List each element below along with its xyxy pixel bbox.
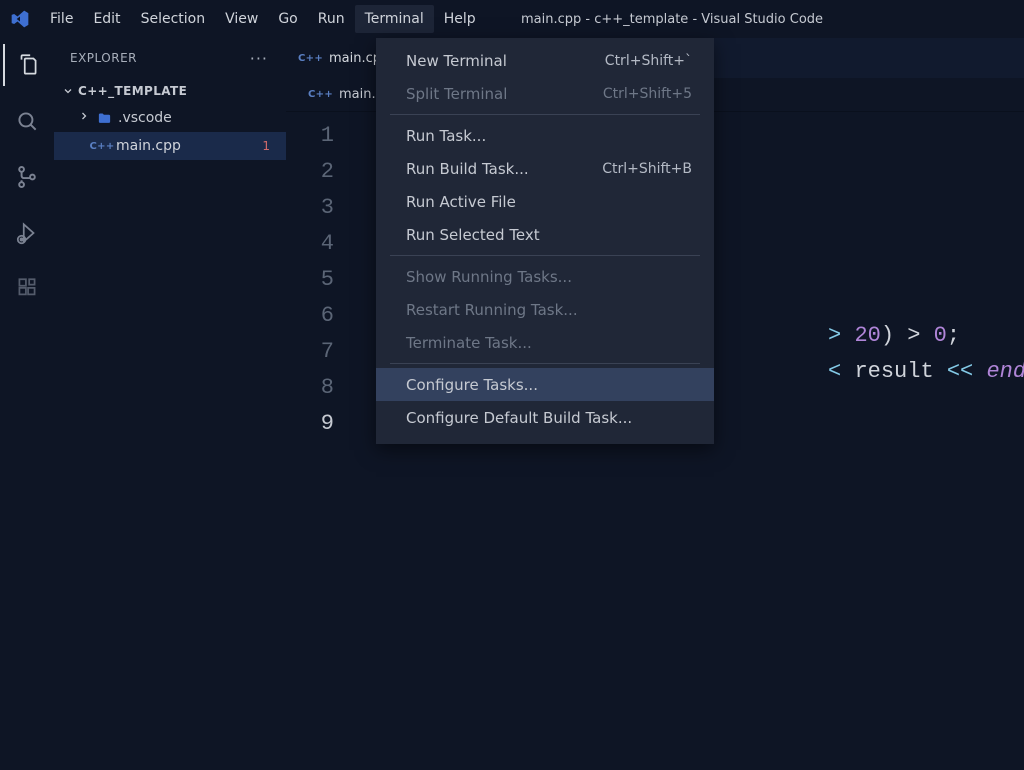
menu-run-active-file[interactable]: Run Active File	[376, 185, 714, 218]
line-numbers: 1 2 3 4 5 6 7 8 9	[286, 112, 356, 770]
line-number: 4	[286, 226, 334, 262]
keyboard-shortcut: Ctrl+Shift+`	[605, 53, 692, 69]
tab-label: main.cp	[329, 51, 381, 66]
menu-new-terminal[interactable]: New Terminal Ctrl+Shift+`	[376, 44, 714, 77]
line-number: 9	[286, 406, 334, 442]
code-token: <	[828, 359, 854, 384]
search-icon[interactable]	[3, 100, 51, 142]
menu-run-selected-text[interactable]: Run Selected Text	[376, 218, 714, 251]
menu-file[interactable]: File	[40, 5, 83, 33]
menu-bar: File Edit Selection View Go Run Terminal…	[40, 5, 486, 33]
menu-run[interactable]: Run	[308, 5, 355, 33]
menu-edit[interactable]: Edit	[83, 5, 130, 33]
menu-run-task[interactable]: Run Task...	[376, 119, 714, 152]
keyboard-shortcut: Ctrl+Shift+5	[603, 86, 692, 102]
menu-configure-default-build-task[interactable]: Configure Default Build Task...	[376, 401, 714, 434]
menu-terminate-task[interactable]: Terminate Task...	[376, 326, 714, 359]
folder-root[interactable]: C++_TEMPLATE	[54, 78, 286, 104]
explorer-icon[interactable]	[3, 44, 51, 86]
menu-split-terminal[interactable]: Split Terminal Ctrl+Shift+5	[376, 77, 714, 110]
activity-bar	[0, 38, 54, 770]
line-number: 6	[286, 298, 334, 334]
vscode-folder-label: .vscode	[118, 110, 172, 126]
line-number: 2	[286, 154, 334, 190]
vscode-logo-icon	[6, 5, 34, 33]
line-number: 5	[286, 262, 334, 298]
cpp-file-icon: C++	[94, 141, 110, 152]
debug-icon[interactable]	[3, 212, 51, 254]
chevron-down-icon	[62, 85, 74, 97]
menu-restart-running-task[interactable]: Restart Running Task...	[376, 293, 714, 326]
folder-icon	[96, 111, 112, 126]
tree-item-vscode-folder[interactable]: .vscode	[54, 104, 286, 132]
code-token: <<	[934, 359, 987, 384]
menu-separator	[390, 363, 700, 364]
chevron-right-icon	[78, 110, 90, 126]
menu-item-label: Run Active File	[406, 193, 516, 211]
sidebar-title: EXPLORER	[70, 51, 137, 65]
line-number: 7	[286, 334, 334, 370]
terminal-menu-dropdown: New Terminal Ctrl+Shift+` Split Terminal…	[376, 38, 714, 444]
menu-item-label: Show Running Tasks...	[406, 268, 572, 286]
sidebar: EXPLORER ··· C++_TEMPLATE .vscode C++ ma…	[54, 38, 286, 770]
menu-item-label: Configure Default Build Task...	[406, 409, 632, 427]
menu-run-build-task[interactable]: Run Build Task... Ctrl+Shift+B	[376, 152, 714, 185]
menu-item-label: Restart Running Task...	[406, 301, 578, 319]
menu-help[interactable]: Help	[434, 5, 486, 33]
problem-badge: 1	[262, 139, 270, 153]
keyboard-shortcut: Ctrl+Shift+B	[602, 161, 692, 177]
menu-separator	[390, 255, 700, 256]
line-number: 3	[286, 190, 334, 226]
window-title: main.cpp - c++_template - Visual Studio …	[521, 12, 823, 27]
code-token: endl	[986, 359, 1024, 384]
menu-configure-tasks[interactable]: Configure Tasks...	[376, 368, 714, 401]
menu-go[interactable]: Go	[268, 5, 307, 33]
title-bar: File Edit Selection View Go Run Terminal…	[0, 0, 1024, 38]
menu-item-label: Terminate Task...	[406, 334, 532, 352]
menu-separator	[390, 114, 700, 115]
menu-view[interactable]: View	[215, 5, 268, 33]
menu-selection[interactable]: Selection	[131, 5, 216, 33]
menu-item-label: New Terminal	[406, 52, 507, 70]
menu-item-label: Run Build Task...	[406, 160, 529, 178]
source-control-icon[interactable]	[3, 156, 51, 198]
sidebar-header: EXPLORER ···	[54, 38, 286, 78]
extensions-icon[interactable]	[3, 268, 51, 310]
menu-item-label: Split Terminal	[406, 85, 507, 103]
code-token: result	[854, 359, 933, 384]
menu-item-label: Configure Tasks...	[406, 376, 538, 394]
sidebar-more-icon[interactable]: ···	[250, 49, 268, 68]
menu-terminal[interactable]: Terminal	[355, 5, 434, 33]
tree-item-main-cpp[interactable]: C++ main.cpp 1	[54, 132, 286, 160]
menu-show-running-tasks[interactable]: Show Running Tasks...	[376, 260, 714, 293]
menu-item-label: Run Selected Text	[406, 226, 540, 244]
main-cpp-label: main.cpp	[116, 138, 181, 154]
cpp-file-icon: C++	[308, 89, 333, 100]
cpp-file-icon: C++	[298, 53, 323, 64]
folder-root-label: C++_TEMPLATE	[78, 84, 187, 98]
line-number: 8	[286, 370, 334, 406]
line-number: 1	[286, 118, 334, 154]
menu-item-label: Run Task...	[406, 127, 486, 145]
